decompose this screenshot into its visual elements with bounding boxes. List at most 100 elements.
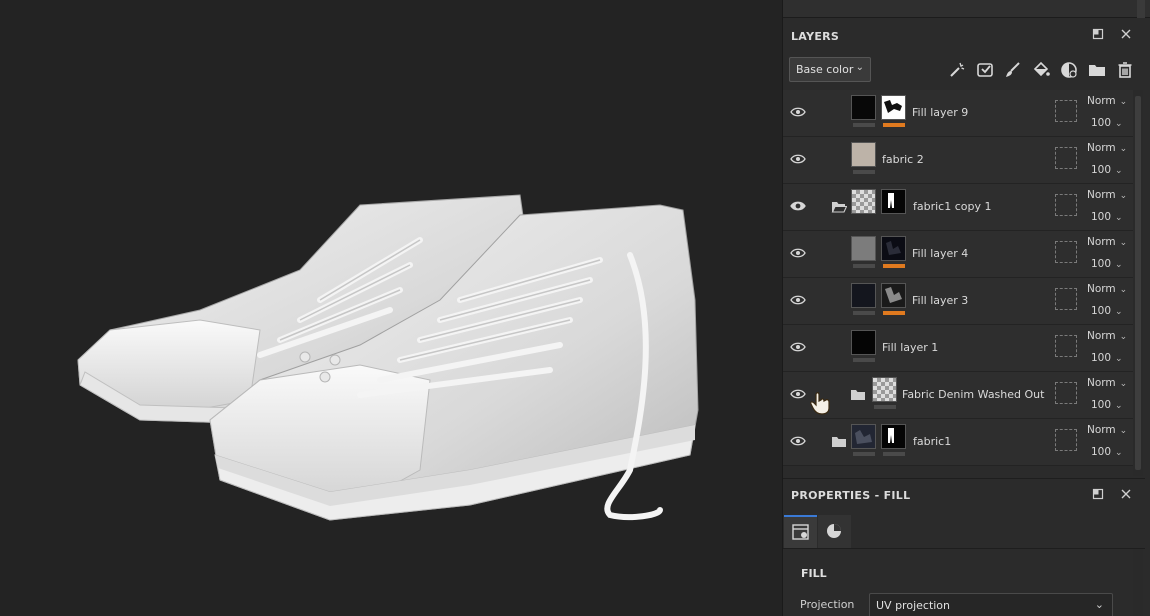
opacity-value[interactable]: 100 ⌄ (1091, 399, 1123, 411)
hand-cursor-icon (810, 392, 830, 415)
mask-thumbnail (881, 95, 906, 120)
blend-mode[interactable]: Norm ⌄ (1087, 330, 1127, 342)
thumb-indicator (874, 405, 896, 409)
layer-row[interactable]: fabric 2 Norm ⌄ 100 ⌄ (783, 137, 1133, 184)
channel-select-value: Base color (796, 63, 854, 76)
mask-slot[interactable] (1055, 335, 1077, 357)
properties-title: PROPERTIES - FILL (791, 489, 911, 502)
layer-row[interactable]: fabric1 Norm ⌄ 100 ⌄ (783, 419, 1133, 466)
opacity-value[interactable]: 100 ⌄ (1091, 258, 1123, 270)
layer-row[interactable]: Fill layer 1 Norm ⌄ 100 ⌄ (783, 325, 1133, 372)
layer-name[interactable]: Fill layer 1 (882, 341, 938, 354)
thumb-indicator (853, 123, 875, 127)
mask-slot[interactable] (1055, 382, 1077, 404)
properties-header: PROPERTIES - FILL (783, 479, 1145, 513)
mask-slot[interactable] (1055, 100, 1077, 122)
blend-mode[interactable]: Norm ⌄ (1087, 424, 1127, 436)
layer-name[interactable]: Fill layer 3 (912, 294, 968, 307)
channel-select[interactable]: Base color ⌄ (789, 57, 871, 82)
add-mask-icon[interactable] (1059, 60, 1079, 80)
thumb-indicator-orange (883, 311, 905, 315)
chevron-down-icon: ⌄ (1094, 598, 1104, 611)
eye-icon[interactable] (790, 247, 806, 259)
brush-icon[interactable] (1003, 60, 1023, 80)
eye-icon[interactable] (790, 388, 806, 400)
3d-viewport[interactable] (0, 0, 782, 616)
blend-mode[interactable]: Norm ⌄ (1087, 142, 1127, 154)
layer-name[interactable]: Fill layer 4 (912, 247, 968, 260)
fill-bucket-icon[interactable] (1031, 60, 1051, 80)
opacity-value[interactable]: 100 ⌄ (1091, 446, 1123, 458)
blend-mode[interactable]: Norm ⌄ (1087, 377, 1127, 389)
close-icon[interactable] (1119, 28, 1133, 42)
mask-slot[interactable] (1055, 194, 1077, 216)
opacity-value[interactable]: 100 ⌄ (1091, 305, 1123, 317)
layer-row[interactable]: Fill layer 4 Norm ⌄ 100 ⌄ (783, 231, 1133, 278)
layer-row[interactable]: Fill layer 9 Norm ⌄ 100 ⌄ (783, 90, 1133, 137)
eye-icon[interactable] (790, 153, 806, 165)
smart-mask-icon[interactable] (975, 60, 995, 80)
eye-icon[interactable] (790, 435, 806, 447)
mask-thumbnail (881, 424, 906, 449)
eye-icon[interactable] (790, 294, 806, 306)
mask-slot[interactable] (1055, 147, 1077, 169)
layers-toolbar: Base color ⌄ (783, 54, 1145, 90)
mask-slot[interactable] (1055, 288, 1077, 310)
mask-slot[interactable] (1055, 429, 1077, 451)
layer-name[interactable]: Fabric Denim Washed Out (902, 388, 1044, 401)
mask-thumbnail (881, 283, 906, 308)
layer-name[interactable]: fabric1 (913, 435, 951, 448)
chevron-down-icon: ⌄ (855, 62, 864, 73)
undock-icon[interactable] (1091, 488, 1105, 502)
trash-icon[interactable] (1115, 60, 1135, 80)
layer-row[interactable]: fabric1 copy 1 Norm ⌄ 100 ⌄ (783, 184, 1133, 231)
magic-wand-icon[interactable] (947, 60, 967, 80)
blend-mode[interactable]: Norm ⌄ (1087, 189, 1127, 201)
layer-thumbnail (872, 377, 897, 402)
opacity-value[interactable]: 100 ⌄ (1091, 211, 1123, 223)
tab-material[interactable] (818, 515, 851, 548)
blend-mode[interactable]: Norm ⌄ (1087, 236, 1127, 248)
layer-row[interactable]: Fabric Denim Washed Out Norm ⌄ 100 ⌄ (783, 372, 1133, 419)
layer-name[interactable]: Fill layer 9 (912, 106, 968, 119)
top-panel-strip (783, 0, 1150, 18)
undock-icon[interactable] (1091, 28, 1105, 42)
right-dock-panel: LAYERS Base color ⌄ Fill layer 9 Norm ⌄ … (782, 0, 1150, 616)
folder-icon[interactable] (831, 435, 847, 448)
layer-name[interactable]: fabric1 copy 1 (913, 200, 991, 213)
layers-scrollbar[interactable] (1133, 90, 1143, 476)
layer-thumbnail (851, 189, 876, 214)
shoe-model-render (77, 194, 699, 521)
layers-header: LAYERS (783, 18, 1145, 54)
thumb-indicator (853, 311, 875, 315)
mask-slot[interactable] (1055, 241, 1077, 263)
layer-name[interactable]: fabric 2 (882, 153, 924, 166)
blend-mode[interactable]: Norm ⌄ (1087, 95, 1127, 107)
opacity-value[interactable]: 100 ⌄ (1091, 164, 1123, 176)
folder-icon[interactable] (850, 388, 866, 401)
opacity-value[interactable]: 100 ⌄ (1091, 352, 1123, 364)
tab-fill-properties[interactable] (784, 515, 817, 548)
properties-panel: PROPERTIES - FILL FILL Projection UV pro… (783, 478, 1145, 616)
fill-settings-icon (792, 524, 809, 540)
eye-icon[interactable] (790, 200, 806, 212)
layers-title: LAYERS (791, 30, 840, 43)
opacity-value[interactable]: 100 ⌄ (1091, 117, 1123, 129)
blend-mode[interactable]: Norm ⌄ (1087, 283, 1127, 295)
thumb-indicator-orange (883, 123, 905, 127)
thumb-indicator (853, 264, 875, 268)
folder-open-icon[interactable] (831, 200, 847, 213)
properties-scrollbar[interactable] (1133, 549, 1143, 616)
layer-thumbnail (851, 330, 876, 355)
eye-icon[interactable] (790, 341, 806, 353)
projection-value: UV projection (876, 599, 951, 612)
layer-thumbnail (851, 142, 876, 167)
eye-icon[interactable] (790, 106, 806, 118)
thumb-indicator (883, 452, 905, 456)
close-icon[interactable] (1119, 488, 1133, 502)
layer-thumbnail (851, 95, 876, 120)
layer-row[interactable]: Fill layer 3 Norm ⌄ 100 ⌄ (783, 278, 1133, 325)
folder-icon[interactable] (1087, 60, 1107, 80)
projection-select[interactable]: UV projection ⌄ (869, 593, 1113, 616)
layer-thumbnail (851, 236, 876, 261)
